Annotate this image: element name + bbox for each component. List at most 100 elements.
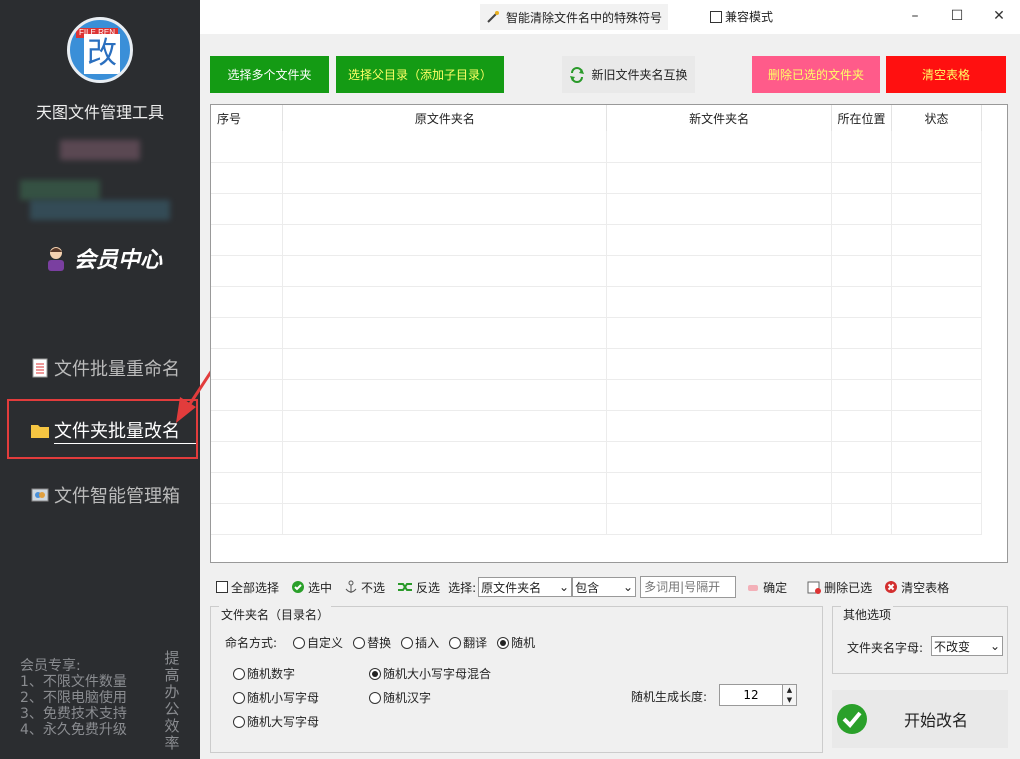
- clean-special-symbols-button[interactable]: 智能清除文件名中的特殊符号: [480, 4, 669, 30]
- length-stepper[interactable]: ▲▼: [719, 684, 797, 706]
- title-bar: 智能清除文件名中的特殊符号 兼容模式 – ☐ ✕: [200, 0, 1020, 34]
- mode-replace-radio[interactable]: 替换: [353, 634, 391, 651]
- table-row[interactable]: [211, 348, 982, 380]
- check-circle-icon: [292, 581, 305, 593]
- table-cell: [606, 379, 833, 411]
- table-row[interactable]: [211, 379, 982, 411]
- letter-case-value: 不改变: [934, 639, 971, 654]
- table-row[interactable]: [211, 410, 982, 442]
- letter-case-select[interactable]: 不改变 ⌄: [931, 636, 1003, 656]
- swap-names-button[interactable]: 新旧文件夹名互换: [562, 56, 695, 93]
- random-lowercase-radio[interactable]: 随机小写字母: [233, 689, 319, 706]
- checkbox-box: [710, 10, 722, 23]
- letter-case-label: 文件夹名字母:: [847, 641, 924, 655]
- invert-button[interactable]: 反选: [391, 574, 446, 600]
- col-index[interactable]: 序号: [211, 105, 284, 131]
- col-status[interactable]: 状态: [891, 105, 982, 131]
- delete-selected-button[interactable]: 删除已选: [801, 574, 878, 600]
- folder-table[interactable]: 序号 原文件夹名 新文件夹名 所在位置 状态: [210, 104, 1008, 563]
- table-cell: [211, 472, 284, 504]
- eraser-icon: [748, 585, 759, 591]
- select-multiple-folders-button[interactable]: 选择多个文件夹: [210, 56, 329, 93]
- table-cell: [282, 131, 608, 163]
- random-uppercase-radio[interactable]: 随机大写字母: [233, 713, 319, 730]
- table-cell: [606, 255, 833, 287]
- table-cell: [831, 255, 893, 287]
- radio-circle: [449, 636, 462, 649]
- blurred-user-info: [60, 140, 140, 160]
- member-center-label: 会员中心: [74, 247, 163, 273]
- col-new-name[interactable]: 新文件夹名: [606, 105, 833, 131]
- stepper-down-icon[interactable]: ▼: [783, 695, 796, 705]
- table-cell: [606, 441, 833, 473]
- member-center-button[interactable]: 会员中心: [42, 242, 162, 274]
- invert-label: 反选: [416, 580, 441, 595]
- radio-label: 随机汉字: [383, 691, 432, 705]
- stepper-up-icon[interactable]: ▲: [783, 685, 796, 695]
- table-cell: [606, 317, 833, 349]
- table-cell: [211, 255, 284, 287]
- select-parent-dir-button[interactable]: 选择父目录（添加子目录）: [336, 56, 504, 93]
- radio-label: 翻译: [463, 636, 488, 650]
- select-label: 选中: [308, 580, 333, 595]
- mode-random-radio[interactable]: 随机: [497, 634, 535, 651]
- length-input[interactable]: [719, 684, 783, 706]
- clear-table-button[interactable]: 清空表格: [886, 56, 1006, 93]
- table-cell: [606, 131, 833, 163]
- close-icon[interactable]: ✕: [978, 0, 1020, 32]
- table-cell: [831, 162, 893, 194]
- keyword-input[interactable]: [640, 576, 737, 598]
- table-row[interactable]: [211, 224, 982, 256]
- unselect-button[interactable]: 不选: [338, 574, 391, 600]
- minimize-icon[interactable]: –: [894, 0, 936, 32]
- col-location[interactable]: 所在位置: [831, 105, 893, 131]
- mode-custom-radio[interactable]: 自定义: [293, 634, 343, 651]
- random-mixed-case-radio[interactable]: 随机大小写字母混合: [369, 665, 491, 682]
- table-cell: [282, 286, 608, 318]
- nav-file-smart-manager[interactable]: 文件智能管理箱: [30, 482, 180, 508]
- table-header-row: 序号 原文件夹名 新文件夹名 所在位置 状态: [211, 105, 982, 131]
- table-row[interactable]: [211, 286, 982, 318]
- delete-selected-folders-button[interactable]: 删除已选的文件夹: [752, 56, 880, 93]
- table-cell: [891, 379, 982, 411]
- sidebar: FILE REN 改 天图文件管理工具 会员中心 文件批量重命名 文件夹批量改名…: [0, 0, 300, 759]
- table-cell: [211, 193, 284, 225]
- maximize-icon[interactable]: ☐: [936, 0, 978, 32]
- mode-translate-radio[interactable]: 翻译: [449, 634, 487, 651]
- table-cell: [891, 162, 982, 194]
- mode-insert-radio[interactable]: 插入: [401, 634, 439, 651]
- nav-file-batch-rename[interactable]: 文件批量重命名: [30, 355, 180, 381]
- select-button[interactable]: 选中: [285, 574, 338, 600]
- delete-doc-icon: [807, 581, 822, 594]
- table-row[interactable]: [211, 472, 982, 504]
- col-original-name[interactable]: 原文件夹名: [282, 105, 608, 131]
- operator-select[interactable]: 包含 ⌄: [572, 577, 637, 597]
- table-cell: [891, 193, 982, 225]
- clean-special-symbols-label: 智能清除文件名中的特殊符号: [506, 10, 663, 25]
- confirm-button[interactable]: 确定: [740, 574, 793, 600]
- select-all-checkbox[interactable]: 全部选择: [210, 574, 285, 600]
- table-row[interactable]: [211, 162, 982, 194]
- table-row[interactable]: [211, 503, 982, 535]
- app-logo: FILE REN 改: [67, 17, 133, 83]
- random-chinese-radio[interactable]: 随机汉字: [369, 689, 431, 706]
- table-cell: [606, 348, 833, 380]
- start-rename-button[interactable]: 开始改名: [832, 690, 1008, 748]
- compat-mode-checkbox[interactable]: 兼容模式: [710, 8, 773, 25]
- random-digits-radio[interactable]: 随机数字: [233, 665, 295, 682]
- chevron-down-icon: ⌄: [623, 580, 634, 594]
- table-cell: [831, 131, 893, 163]
- table-row[interactable]: [211, 441, 982, 473]
- table-cell: [891, 441, 982, 473]
- radio-label: 随机小写字母: [247, 691, 320, 705]
- clear-table-small-button[interactable]: 清空表格: [878, 574, 955, 600]
- table-cell: [211, 317, 284, 349]
- perks-title: 会员专享:: [20, 658, 81, 674]
- field-select[interactable]: 原文件夹名 ⌄: [478, 577, 573, 597]
- table-row[interactable]: [211, 255, 982, 287]
- table-row[interactable]: [211, 317, 982, 349]
- table-row[interactable]: [211, 131, 982, 163]
- shuffle-icon: [398, 583, 413, 591]
- selection-toolbar: 全部选择 选中 不选 反选 选择: 原文件夹名 ⌄ 包含 ⌄ 确定 删除已选 清空表…: [210, 572, 1008, 602]
- table-row[interactable]: [211, 193, 982, 225]
